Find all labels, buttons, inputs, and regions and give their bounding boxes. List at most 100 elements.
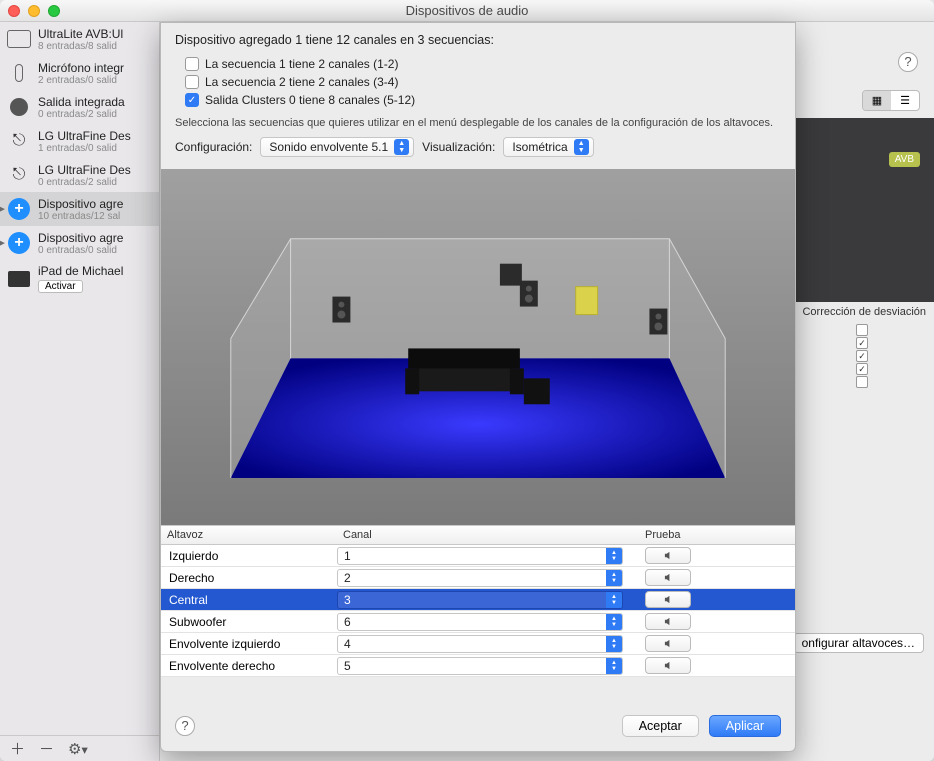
col-speaker: Altavoz — [161, 526, 337, 544]
chevron-updown-icon: ▲▼ — [394, 139, 409, 155]
col-channel: Canal — [337, 526, 625, 544]
speaker-name: Izquierdo — [161, 547, 337, 565]
channel-value: 2 — [338, 571, 606, 585]
channel-popup[interactable]: 1▲▼ — [337, 547, 623, 565]
channel-popup[interactable]: 5▲▼ — [337, 657, 623, 675]
speaker-row[interactable]: Envolvente derecho5▲▼ — [161, 655, 795, 677]
device-row[interactable]: UltraLite AVB:Ul8 entradas/8 salid — [0, 22, 159, 56]
drift-checkbox[interactable]: ✓ — [856, 363, 868, 375]
disclosure-triangle-icon[interactable]: ▶ — [0, 238, 5, 249]
speaker-name: Central — [161, 591, 337, 609]
remove-device-button[interactable]: － — [39, 738, 54, 759]
chevron-updown-icon: ▲▼ — [606, 636, 622, 652]
device-name: LG UltraFine Des — [38, 163, 131, 177]
sequence-label: Salida Clusters 0 tiene 8 canales (5-12) — [205, 93, 415, 107]
add-device-button[interactable]: ＋ — [10, 738, 25, 759]
checkbox[interactable] — [185, 57, 199, 71]
audio-devices-window: Dispositivos de audio UltraLite AVB:Ul8 … — [0, 0, 934, 761]
chevron-updown-icon: ▲▼ — [606, 570, 622, 586]
device-sidebar: UltraLite AVB:Ul8 entradas/8 salidMicróf… — [0, 22, 160, 761]
configure-speakers-button[interactable]: onfigurar altavoces… — [793, 633, 924, 653]
drift-checkbox[interactable]: ✓ — [856, 350, 868, 362]
drift-checkbox[interactable] — [856, 324, 868, 336]
speaker-config-sheet: Dispositivo agregado 1 tiene 12 canales … — [160, 22, 796, 752]
device-subtext: 0 entradas/0 salid — [38, 245, 123, 256]
listener-couch-icon — [405, 348, 524, 394]
grid-view-icon[interactable]: ▦ — [863, 91, 891, 110]
chevron-updown-icon: ▲▼ — [574, 139, 589, 155]
test-speaker-button[interactable] — [645, 591, 691, 608]
device-row[interactable]: ⎋LG UltraFine Des1 entradas/0 salid — [0, 124, 159, 158]
channel-popup[interactable]: 3▲▼ — [337, 591, 623, 609]
device-icon — [6, 60, 32, 86]
device-row[interactable]: Micrófono integr2 entradas/0 salid — [0, 56, 159, 90]
sequence-label: La secuencia 2 tiene 2 canales (3-4) — [205, 75, 398, 89]
speaker-name: Derecho — [161, 569, 337, 587]
device-icon — [6, 26, 32, 52]
speaker-row[interactable]: Izquierdo1▲▼ — [161, 545, 795, 567]
avb-badge: AVB — [889, 152, 920, 167]
channel-value: 1 — [338, 549, 606, 563]
drift-checkbox[interactable]: ✓ — [856, 337, 868, 349]
room-visualization[interactable] — [161, 169, 795, 525]
channel-popup[interactable]: 2▲▼ — [337, 569, 623, 587]
device-row[interactable]: ▶+Dispositivo agre10 entradas/12 sal — [0, 192, 159, 226]
device-icon — [6, 94, 32, 120]
speaker-center-icon — [576, 287, 598, 315]
gear-icon[interactable]: ⚙︎▾ — [68, 740, 88, 758]
speaker-name: Subwoofer — [161, 613, 337, 631]
view-popup[interactable]: Isométrica ▲▼ — [503, 137, 593, 157]
device-name: Dispositivo agre — [38, 197, 123, 211]
speaker-row[interactable]: Derecho2▲▼ — [161, 567, 795, 589]
speaker-row[interactable]: Central3▲▼ — [161, 589, 795, 611]
device-row[interactable]: ⎋LG UltraFine Des0 entradas/2 salid — [0, 158, 159, 192]
speaker-icon — [664, 661, 673, 670]
list-view-icon[interactable]: ☰ — [891, 91, 919, 110]
sequence-row[interactable]: ✓ Salida Clusters 0 tiene 8 canales (5-12… — [175, 91, 781, 109]
speaker-icon — [664, 639, 673, 648]
test-speaker-button[interactable] — [645, 635, 691, 652]
speaker-icon — [664, 573, 673, 582]
activate-button[interactable]: Activar — [38, 280, 83, 293]
speaker-row[interactable]: Envolvente izquierdo4▲▼ — [161, 633, 795, 655]
device-name: Salida integrada — [38, 95, 125, 109]
sequence-row[interactable]: La secuencia 2 tiene 2 canales (3-4) — [175, 73, 781, 91]
speaker-name: Envolvente derecho — [161, 657, 337, 675]
apply-button[interactable]: Aplicar — [709, 715, 781, 737]
config-popup[interactable]: Sonido envolvente 5.1 ▲▼ — [260, 137, 414, 157]
speaker-right-icon — [520, 281, 538, 307]
accept-button[interactable]: Aceptar — [622, 715, 699, 737]
channel-popup[interactable]: 6▲▼ — [337, 613, 623, 631]
sequence-row[interactable]: La secuencia 1 tiene 2 canales (1-2) — [175, 55, 781, 73]
view-label: Visualización: — [422, 140, 495, 154]
window-title: Dispositivos de audio — [0, 3, 934, 18]
help-icon[interactable]: ? — [175, 716, 195, 736]
speaker-row[interactable]: Subwoofer6▲▼ — [161, 611, 795, 633]
sequence-label: La secuencia 1 tiene 2 canales (1-2) — [205, 57, 398, 71]
checkbox[interactable] — [185, 75, 199, 89]
config-label: Configuración: — [175, 140, 252, 154]
titlebar: Dispositivos de audio — [0, 0, 934, 22]
chevron-updown-icon: ▲▼ — [606, 658, 622, 674]
disclosure-triangle-icon[interactable]: ▶ — [0, 204, 5, 215]
device-row[interactable]: iPad de MichaelActivar — [0, 260, 159, 297]
drift-correction-label: Corrección de desviación — [802, 306, 926, 318]
device-row[interactable]: ▶+Dispositivo agre0 entradas/0 salid — [0, 226, 159, 260]
chevron-updown-icon: ▲▼ — [606, 548, 622, 564]
help-icon[interactable]: ? — [898, 52, 918, 72]
drift-checkbox[interactable] — [856, 376, 868, 388]
checkbox[interactable]: ✓ — [185, 93, 199, 107]
view-mode-segmented[interactable]: ▦ ☰ — [862, 90, 920, 111]
test-speaker-button[interactable] — [645, 613, 691, 630]
col-test: Prueba — [625, 526, 795, 544]
speaker-left-icon — [332, 297, 350, 323]
test-speaker-button[interactable] — [645, 547, 691, 564]
channel-value: 4 — [338, 637, 606, 651]
speaker-icon — [664, 617, 673, 626]
test-speaker-button[interactable] — [645, 569, 691, 586]
device-name: Dispositivo agre — [38, 231, 123, 245]
device-row[interactable]: Salida integrada0 entradas/2 salid — [0, 90, 159, 124]
speaker-icon — [664, 595, 673, 604]
channel-popup[interactable]: 4▲▼ — [337, 635, 623, 653]
test-speaker-button[interactable] — [645, 657, 691, 674]
